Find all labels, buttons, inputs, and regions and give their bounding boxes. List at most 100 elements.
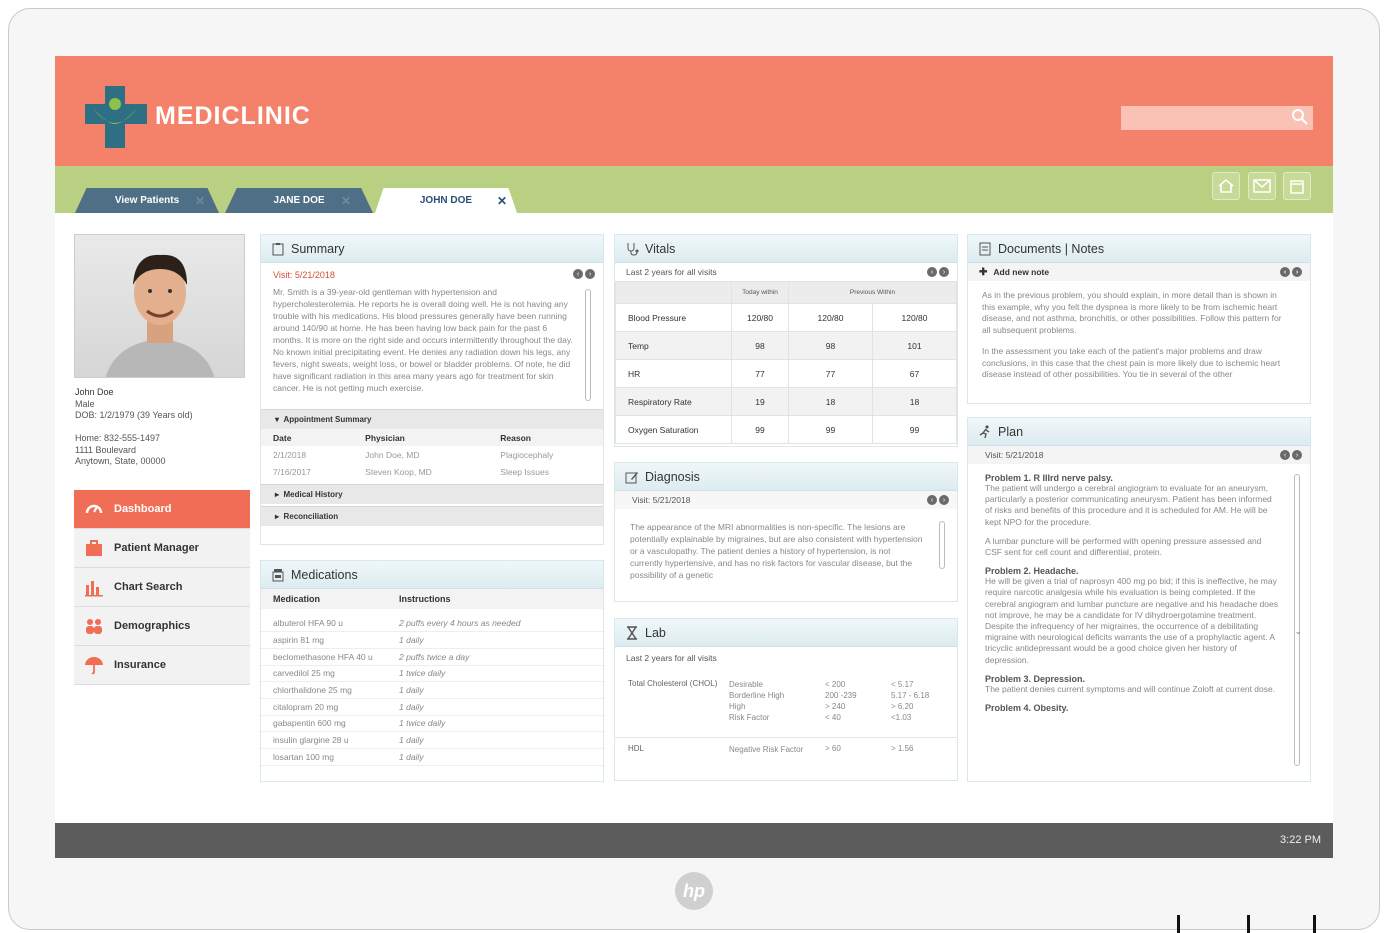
vital-value: 98 bbox=[731, 331, 789, 360]
medication-instructions: 1 twice daily bbox=[387, 665, 603, 683]
plan-subheader: Visit: 5/21/2018 ‹ › bbox=[968, 446, 1310, 464]
medication-name: citalopram 20 mg bbox=[261, 698, 387, 716]
table-row[interactable]: HR 77 77 67 bbox=[615, 359, 957, 388]
next-arrow-icon[interactable]: › bbox=[1292, 450, 1302, 460]
stethoscope-icon bbox=[627, 242, 639, 256]
lab-value: 200 -239 bbox=[825, 691, 857, 700]
prev-arrow-icon[interactable]: ‹ bbox=[927, 267, 937, 277]
tab-view-patients[interactable]: View Patients ✕ bbox=[75, 188, 219, 213]
table-row[interactable]: Total Cholesterol (CHOL) Desirable Border… bbox=[615, 679, 957, 737]
next-arrow-icon[interactable]: › bbox=[1292, 267, 1302, 277]
table-row[interactable]: Oxygen Saturation 99 99 99 bbox=[615, 415, 957, 444]
lab-header: Lab bbox=[615, 619, 957, 647]
column-header: Physician bbox=[353, 429, 489, 446]
next-arrow-icon[interactable]: › bbox=[939, 495, 949, 505]
diagnosis-panel: Diagnosis Visit: 5/21/2018 ‹ › The appeara… bbox=[614, 462, 958, 602]
document-icon bbox=[979, 242, 991, 255]
menu-chart-search[interactable]: Chart Search bbox=[74, 568, 250, 607]
lab-mmol-values: < 5.17 5.17 - 6.18 > 6.20 <1.03 bbox=[891, 679, 957, 737]
vital-value: 120/80 bbox=[872, 303, 957, 332]
umbrella-icon bbox=[85, 657, 103, 675]
medications-table: Medication Instructions albuterol HFA 90 … bbox=[261, 589, 603, 766]
search-icon[interactable] bbox=[1291, 108, 1309, 126]
menu-label: Patient Manager bbox=[114, 542, 199, 554]
menu-label: Chart Search bbox=[114, 581, 183, 593]
close-icon[interactable]: ✕ bbox=[195, 194, 205, 208]
reconciliation-toggle[interactable]: ▸ Reconciliation bbox=[261, 506, 603, 526]
plan-scrollbar[interactable] bbox=[1294, 474, 1300, 766]
table-row[interactable]: citalopram 20 mg 1 daily bbox=[261, 698, 603, 716]
vitals-title: Vitals bbox=[645, 241, 676, 256]
menu-dashboard[interactable]: Dashboard bbox=[74, 490, 250, 529]
menu-demographics[interactable]: Demographics bbox=[74, 607, 250, 646]
prev-arrow-icon[interactable]: ‹ bbox=[573, 269, 583, 279]
table-row[interactable]: Respiratory Rate 19 18 18 bbox=[615, 387, 957, 416]
table-row[interactable]: losartan 100 mg 1 daily bbox=[261, 748, 603, 766]
medications-panel: Medications Medication Instructions albut… bbox=[260, 560, 604, 782]
lab-level: Desirable bbox=[729, 680, 763, 689]
plan-pager: ‹ › bbox=[1280, 450, 1302, 460]
vitals-pager: ‹ › bbox=[927, 267, 949, 277]
patient-dob: DOB: 1/2/1979 (39 Years old) bbox=[75, 410, 193, 420]
stand-leg bbox=[1313, 915, 1316, 933]
table-row[interactable]: Blood Pressure 120/80 120/80 120/80 bbox=[615, 303, 957, 332]
vitals-header: Vitals bbox=[615, 235, 957, 263]
plan-panel: Plan Visit: 5/21/2018 ‹ › Problem 1. R III… bbox=[967, 417, 1311, 782]
screen: MEDICLINIC View Patients ✕ JANE DOE ✕ JOHN… bbox=[55, 56, 1333, 858]
tab-john-doe[interactable]: JOHN DOE ✕ bbox=[375, 188, 517, 213]
briefcase-icon bbox=[86, 540, 102, 556]
table-row[interactable]: 2/1/2018 John Doe, MD Plagiocephaly bbox=[261, 446, 603, 463]
summary-scrollbar[interactable] bbox=[585, 289, 591, 401]
prev-arrow-icon[interactable]: ‹ bbox=[927, 495, 937, 505]
table-row[interactable]: albuterol HFA 90 u2 puffs every 4 hours … bbox=[261, 615, 603, 633]
tab-jane-doe[interactable]: JANE DOE ✕ bbox=[225, 188, 373, 213]
table-row[interactable]: insulin glargine 28 u1 daily bbox=[261, 731, 603, 749]
vital-value: 77 bbox=[731, 359, 789, 388]
close-icon[interactable]: ✕ bbox=[341, 194, 351, 208]
calendar-button[interactable] bbox=[1283, 172, 1311, 200]
pill-bottle-icon bbox=[272, 568, 284, 581]
lab-level: Borderline High bbox=[729, 691, 785, 700]
mail-button[interactable] bbox=[1248, 172, 1276, 200]
menu-patient-manager[interactable]: Patient Manager bbox=[74, 529, 250, 568]
table-row[interactable]: aspirin 81 mg 1 daily bbox=[261, 631, 603, 649]
patient-photo bbox=[74, 234, 245, 378]
table-row[interactable]: HDL Negative Risk Factor > 60 > 1.56 bbox=[615, 737, 957, 771]
bar-chart-icon bbox=[85, 581, 103, 597]
dashboard-content: John Doe Male DOB: 1/2/1979 (39 Years ol… bbox=[55, 213, 1333, 823]
close-icon[interactable]: ✕ bbox=[497, 194, 507, 208]
table-row[interactable]: chlorthalidone 25 mg 1 daily bbox=[261, 681, 603, 699]
diagnosis-scrollbar[interactable] bbox=[939, 521, 945, 569]
note-paragraph: As in the previous problem, you should e… bbox=[982, 290, 1282, 335]
medical-history-toggle[interactable]: ▸ Medical History bbox=[261, 484, 603, 504]
medication-name: gabapentin 600 mg bbox=[261, 715, 387, 733]
home-button[interactable] bbox=[1212, 172, 1240, 200]
cell: Sleep Issues bbox=[500, 466, 549, 477]
chevron-down-icon[interactable]: ⌄ bbox=[1294, 626, 1302, 637]
table-row[interactable]: beclomethasone HFA 40 u2 puffs twice a d… bbox=[261, 648, 603, 666]
summary-header: Summary bbox=[261, 235, 603, 263]
calendar-icon bbox=[1290, 180, 1304, 194]
plan-problem-title: Problem 2. Headache. bbox=[985, 566, 1079, 577]
prev-arrow-icon[interactable]: ‹ bbox=[1280, 450, 1290, 460]
next-arrow-icon[interactable]: › bbox=[585, 269, 595, 279]
vital-value: 77 bbox=[788, 359, 873, 388]
table-row[interactable]: Temp 98 98 101 bbox=[615, 331, 957, 360]
lab-value: < 5.17 bbox=[891, 680, 914, 689]
add-note-button[interactable]: ✚ Add new note ‹ › bbox=[968, 263, 1310, 281]
column-header: Date bbox=[261, 429, 354, 446]
lab-levels: Desirable Borderline High High Risk Factor bbox=[729, 679, 825, 737]
table-row[interactable]: carvedilol 25 mg 1 twice daily bbox=[261, 665, 603, 683]
next-arrow-icon[interactable]: › bbox=[939, 267, 949, 277]
medication-instructions: 1 daily bbox=[387, 698, 603, 716]
menu-insurance[interactable]: Insurance bbox=[74, 646, 250, 685]
table-row[interactable]: 7/16/2017 Steven Koop, MD Sleep Issues bbox=[261, 463, 603, 480]
prev-arrow-icon[interactable]: ‹ bbox=[1280, 267, 1290, 277]
brand-name: MEDICLINIC bbox=[155, 102, 311, 130]
mediclinic-logo-icon bbox=[85, 86, 147, 148]
medication-name: chlorthalidone 25 mg bbox=[261, 681, 387, 699]
lab-level: Negative Risk Factor bbox=[729, 744, 804, 754]
search-input[interactable] bbox=[1121, 106, 1313, 130]
table-row[interactable]: gabapentin 600 mg 1 twice daily bbox=[261, 715, 603, 733]
appointment-summary-toggle[interactable]: ▾ Appointment Summary bbox=[261, 409, 603, 429]
